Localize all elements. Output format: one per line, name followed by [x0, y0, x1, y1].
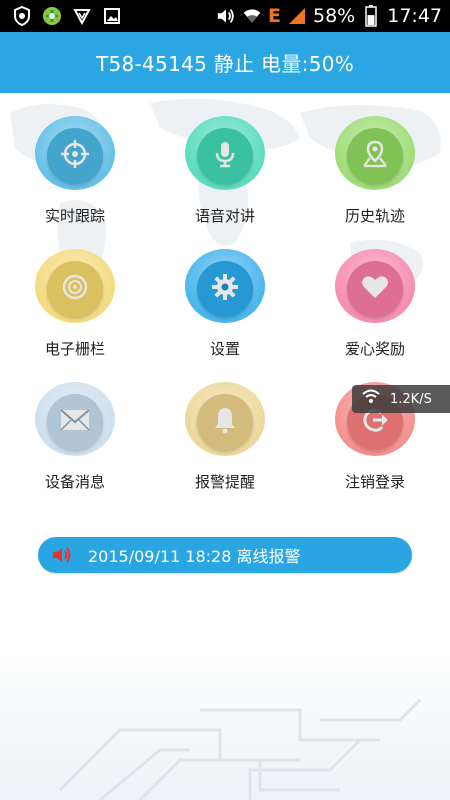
bell-icon	[210, 405, 240, 439]
menu-item-envelope[interactable]: 设备消息	[0, 359, 150, 492]
menu-item-microphone[interactable]: 语音对讲	[150, 93, 300, 226]
wifi-icon	[362, 389, 380, 409]
menu-item-logout[interactable]: 注销登录	[300, 359, 450, 492]
menu-item-label: 爱心奖励	[344, 340, 405, 358]
network-type: E	[268, 5, 281, 27]
envelope-icon	[59, 407, 91, 437]
menu-item-label: 实时跟踪	[44, 207, 105, 225]
menu-button-circle[interactable]	[335, 249, 415, 323]
vpn-icon	[72, 6, 92, 26]
disc-icon	[60, 272, 90, 306]
menu-item-label: 设备消息	[44, 473, 105, 491]
clock: 17:47	[387, 5, 442, 27]
menu-item-disc[interactable]: 电子栅栏	[0, 226, 150, 359]
device-status-header: T58-45145 静止 电量:50%	[0, 32, 450, 93]
menu-item-label: 历史轨迹	[344, 207, 405, 225]
gallery-icon	[102, 6, 122, 26]
menu-item-label: 报警提醒	[194, 473, 255, 491]
menu-item-label: 注销登录	[344, 473, 405, 491]
battery-icon	[361, 5, 381, 27]
gear-icon	[210, 272, 240, 306]
menu-item-label: 语音对讲	[194, 207, 255, 225]
speaker-icon	[53, 547, 71, 563]
maze-background	[0, 640, 450, 800]
volume-icon	[216, 6, 236, 26]
app-icon	[42, 6, 62, 26]
menu-item-label: 电子栅栏	[44, 340, 105, 358]
menu-button-circle[interactable]	[35, 249, 115, 323]
heart-icon	[360, 272, 390, 306]
page-title: T58-45145 静止 电量:50%	[95, 52, 355, 76]
menu-button-circle[interactable]	[185, 249, 265, 323]
wifi-icon	[242, 6, 262, 26]
menu-button-circle[interactable]	[335, 116, 415, 190]
status-bar: E 58% 17:47	[0, 0, 450, 32]
menu-item-crosshair[interactable]: 实时跟踪	[0, 93, 150, 226]
microphone-icon	[210, 139, 240, 173]
menu-item-heart[interactable]: 爱心奖励	[300, 226, 450, 359]
signal-icon	[287, 6, 307, 26]
map-pin-icon	[360, 139, 390, 173]
network-speed-toast: 1.2K/S	[352, 385, 450, 413]
shield-icon	[12, 6, 32, 26]
menu-item-bell[interactable]: 报警提醒	[150, 359, 300, 492]
menu-item-map-pin[interactable]: 历史轨迹	[300, 93, 450, 226]
menu-button-circle[interactable]	[185, 382, 265, 456]
alarm-notice-bar[interactable]: 2015/09/11 18:28 离线报警	[38, 537, 412, 573]
battery-percent: 58%	[313, 5, 356, 27]
menu-item-label: 设置	[209, 340, 240, 358]
menu-button-circle[interactable]	[185, 116, 265, 190]
crosshair-icon	[60, 139, 90, 173]
network-speed: 1.2K/S	[390, 391, 432, 407]
menu-button-circle[interactable]	[35, 382, 115, 456]
menu-item-gear[interactable]: 设置	[150, 226, 300, 359]
menu-button-circle[interactable]	[35, 116, 115, 190]
alarm-text: 2015/09/11 18:28 离线报警	[88, 547, 301, 566]
